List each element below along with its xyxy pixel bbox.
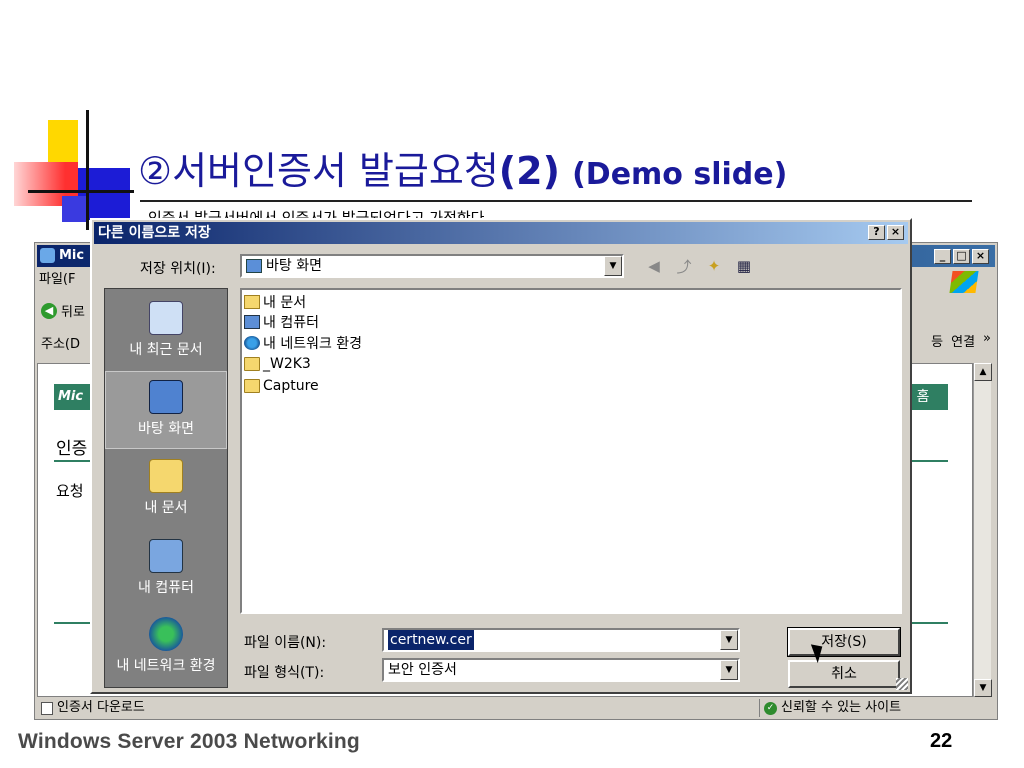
menu-file[interactable]: 파일(F <box>39 269 75 291</box>
view-menu-icon[interactable]: ▦ <box>734 256 754 276</box>
slide-title: ②서버인증서 발급요청(2) (Demo slide) <box>138 140 787 195</box>
place-label: 내 문서 <box>144 500 188 516</box>
resize-grip-icon[interactable] <box>896 678 908 690</box>
chevron-more-icon[interactable]: » <box>983 331 991 350</box>
links-partial: 등 <box>931 335 944 350</box>
network-places-icon <box>244 336 260 350</box>
dialog-close-button[interactable]: × <box>887 225 904 240</box>
vertical-scrollbar[interactable]: ▲ ▼ <box>973 363 992 697</box>
my-computer-icon <box>149 539 183 573</box>
decor-vertical-line <box>86 110 89 230</box>
place-desktop[interactable]: 바탕 화면 <box>105 371 227 449</box>
filetype-select[interactable]: 보안 인증서 ▼ <box>382 658 740 682</box>
page-number: 22 <box>930 730 953 752</box>
maximize-button[interactable]: □ <box>953 249 970 264</box>
decor-yellow-block <box>48 120 78 162</box>
list-item[interactable]: 내 컴퓨터 <box>244 312 319 332</box>
list-item[interactable]: 내 네트워크 환경 <box>244 333 362 353</box>
chevron-down-icon[interactable]: ▼ <box>720 660 738 680</box>
cancel-button[interactable]: 취소 <box>788 660 900 688</box>
place-my-documents[interactable]: 내 문서 <box>105 451 227 529</box>
recent-docs-icon <box>149 301 183 335</box>
decor-blue-block-small <box>62 196 88 222</box>
place-label: 내 네트워크 환경 <box>116 658 216 674</box>
filename-value: certnew.cer <box>388 630 474 650</box>
places-bar: 내 최근 문서 바탕 화면 내 문서 내 컴퓨터 내 네트워크 환경 <box>104 288 228 688</box>
filetype-value: 보안 인증서 <box>388 662 457 678</box>
page-heading: 인증 <box>56 439 88 459</box>
save-button[interactable]: 저장(S) <box>787 627 901 657</box>
back-button[interactable]: ◀ 뒤로 <box>41 301 85 320</box>
network-places-icon <box>149 617 183 651</box>
file-name: Capture <box>263 378 319 394</box>
filename-label: 파일 이름(N): <box>244 635 327 651</box>
browser-title: Mic <box>59 248 85 263</box>
dialog-title: 다른 이름으로 저장 <box>98 225 211 241</box>
links-button[interactable]: 연결 <box>951 331 975 350</box>
new-folder-icon[interactable]: ✦ <box>704 256 724 276</box>
chevron-down-icon[interactable]: ▼ <box>720 630 738 650</box>
scroll-up-icon[interactable]: ▲ <box>974 363 992 381</box>
status-bar: 인증서 다운로드 ✓ 신뢰할 수 있는 사이트 <box>37 699 995 717</box>
scroll-down-icon[interactable]: ▼ <box>974 679 992 697</box>
trusted-zone-icon: ✓ <box>764 701 777 715</box>
back-icon[interactable]: ◀ <box>644 256 664 276</box>
place-network[interactable]: 내 네트워크 환경 <box>105 609 227 687</box>
save-location-label: 저장 위치(I): <box>140 261 216 277</box>
filetype-label: 파일 형식(T): <box>244 665 325 681</box>
desktop-icon <box>149 380 183 414</box>
back-label: 뒤로 <box>61 305 85 320</box>
list-item[interactable]: _W2K3 <box>244 354 311 374</box>
my-documents-icon <box>244 295 260 309</box>
my-computer-icon <box>244 315 260 329</box>
file-name: 내 네트워크 환경 <box>263 336 363 352</box>
status-text: 인증서 다운로드 <box>57 700 145 715</box>
save-location-value: 바탕 화면 <box>266 258 322 274</box>
address-label: 주소(D <box>41 337 81 352</box>
title-underline <box>140 200 972 202</box>
back-arrow-icon: ◀ <box>41 302 57 319</box>
decor-horizontal-line <box>28 190 134 193</box>
links-bar: 등 연결 » <box>931 331 991 350</box>
list-item[interactable]: Capture <box>244 376 319 396</box>
save-as-dialog: 다른 이름으로 저장 ? × 저장 위치(I): 바탕 화면 ▼ ◀ ⤴ ✦ ▦… <box>90 218 912 694</box>
place-label: 바탕 화면 <box>138 421 194 437</box>
ie-icon <box>40 248 55 263</box>
slide-title-text: ②서버인증서 발급요청 <box>138 149 499 193</box>
file-list[interactable]: 내 문서 내 컴퓨터 내 네트워크 환경 _W2K3 Capture <box>240 288 902 614</box>
place-label: 내 컴퓨터 <box>138 580 194 596</box>
file-name: 내 컴퓨터 <box>263 315 319 331</box>
desktop-icon <box>246 259 262 273</box>
list-item[interactable]: 내 문서 <box>244 292 306 312</box>
slide-title-demo: (Demo slide) <box>572 157 788 192</box>
dialog-titlebar: 다른 이름으로 저장 ? × <box>94 222 908 244</box>
dialog-toolbar: ◀ ⤴ ✦ ▦ <box>644 256 754 276</box>
windows-logo-icon <box>949 271 979 293</box>
document-icon <box>41 701 53 715</box>
status-zone: 신뢰할 수 있는 사이트 <box>781 700 902 715</box>
my-documents-icon <box>149 459 183 493</box>
minimize-button[interactable]: _ <box>934 249 951 264</box>
file-name: 내 문서 <box>263 295 307 311</box>
place-label: 내 최근 문서 <box>129 342 203 358</box>
place-my-computer[interactable]: 내 컴퓨터 <box>105 531 227 609</box>
request-text: 요청 <box>56 482 84 500</box>
footer-title: Windows Server 2003 Networking <box>18 730 360 753</box>
folder-icon <box>244 357 260 371</box>
help-button[interactable]: ? <box>868 225 885 240</box>
folder-icon <box>244 379 260 393</box>
up-folder-icon[interactable]: ⤴ <box>674 256 694 276</box>
filename-input[interactable]: certnew.cer ▼ <box>382 628 740 652</box>
close-button[interactable]: × <box>972 249 989 264</box>
file-name: _W2K3 <box>263 356 311 372</box>
place-recent-docs[interactable]: 내 최근 문서 <box>105 293 227 371</box>
chevron-down-icon[interactable]: ▼ <box>604 256 622 276</box>
slide-title-number: (2) <box>498 149 560 193</box>
save-location-combo[interactable]: 바탕 화면 ▼ <box>240 254 624 278</box>
